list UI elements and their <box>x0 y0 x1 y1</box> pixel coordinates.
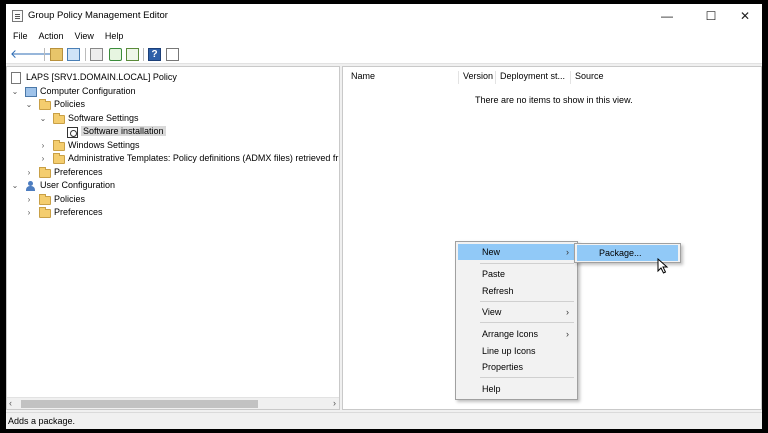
chevron-right-icon: › <box>566 329 569 339</box>
menu-separator <box>480 263 574 264</box>
menu-item-label: View <box>482 307 502 317</box>
scroll-right-icon[interactable]: › <box>333 398 336 408</box>
tree-item-label: Preferences <box>54 207 103 217</box>
status-bar: Adds a package. <box>6 412 762 429</box>
menu-item-label: Arrange Icons <box>482 329 539 339</box>
menu-file[interactable]: File <box>9 27 32 45</box>
context-menu: New › Paste Refresh View › Arrange Icons… <box>455 241 578 400</box>
context-menu-arrange-icons[interactable]: Arrange Icons › <box>458 326 575 342</box>
menu-separator <box>480 322 574 323</box>
context-menu-paste[interactable]: Paste <box>458 266 575 282</box>
app-window: Group Policy Management Editor — ☐ ✕ Fil… <box>6 4 762 429</box>
tree-item-label: LAPS [SRV1.DOMAIN.LOCAL] Policy <box>26 72 177 82</box>
folder-icon <box>39 207 51 218</box>
back-icon[interactable]: 🡐 <box>10 48 42 61</box>
chevron-right-icon[interactable]: › <box>25 169 33 177</box>
export-list-icon[interactable] <box>90 48 103 61</box>
menu-separator <box>480 377 574 378</box>
tree-item-label: Computer Configuration <box>40 86 136 96</box>
menu-item-label: Help <box>482 384 501 394</box>
menu-bar: File Action View Help <box>6 27 762 45</box>
folder-icon <box>39 194 51 205</box>
menu-item-label: Properties <box>482 362 524 372</box>
tree-item-label: Windows Settings <box>68 140 140 150</box>
show-hide-tree-icon[interactable] <box>67 48 80 61</box>
tree-item-label: Administrative Templates: Policy definit… <box>68 153 339 163</box>
menu-help[interactable]: Help <box>101 27 128 45</box>
forward-icon[interactable]: 🡒 <box>26 48 58 61</box>
folder-icon <box>39 99 51 110</box>
help-icon[interactable]: ? <box>148 48 161 61</box>
menu-item-label: New <box>482 247 501 257</box>
status-text: Adds a package. <box>8 416 76 426</box>
menu-view[interactable]: View <box>71 27 98 45</box>
chevron-down-icon[interactable]: ⌄ <box>39 115 47 123</box>
mouse-cursor-icon <box>657 258 669 274</box>
context-menu-help[interactable]: Help <box>458 381 575 397</box>
tree-item-label: Preferences <box>54 167 103 177</box>
column-header-deployment-state[interactable]: Deployment st... <box>496 71 571 84</box>
policy-document-icon <box>11 72 21 84</box>
context-menu-new[interactable]: New › <box>458 244 575 260</box>
maximize-button[interactable]: ☐ <box>694 4 728 27</box>
chevron-down-icon[interactable]: ⌄ <box>11 88 19 96</box>
policy-editor-icon <box>12 10 23 22</box>
tree-item-label: Policies <box>54 194 86 204</box>
up-folder-icon[interactable] <box>50 48 63 61</box>
chevron-right-icon[interactable]: › <box>39 155 47 163</box>
console-tree[interactable]: LAPS [SRV1.DOMAIN.LOCAL] Policy ⌄ Comput… <box>6 66 340 410</box>
menu-separator <box>480 301 574 302</box>
folder-icon <box>53 140 65 151</box>
scrollbar-thumb[interactable] <box>21 400 258 408</box>
properties-icon[interactable] <box>126 48 139 61</box>
context-menu-properties[interactable]: Properties <box>458 359 575 375</box>
empty-list-message: There are no items to show in this view. <box>475 95 633 105</box>
title-bar[interactable]: Group Policy Management Editor — ☐ ✕ <box>6 4 762 27</box>
toolbar-separator <box>44 48 45 61</box>
context-menu-refresh[interactable]: Refresh <box>458 283 575 299</box>
chevron-right-icon: › <box>566 307 569 317</box>
column-header-source[interactable]: Source <box>571 71 691 84</box>
context-menu-line-up-icons[interactable]: Line up Icons <box>458 343 575 359</box>
chevron-right-icon: › <box>566 247 569 257</box>
view-icon[interactable] <box>166 48 179 61</box>
computer-icon <box>25 87 37 97</box>
user-icon <box>25 181 36 192</box>
column-header-version[interactable]: Version <box>459 71 496 84</box>
context-menu-view[interactable]: View › <box>458 304 575 320</box>
toolbar: 🡐 🡒 ? <box>6 45 762 64</box>
menu-item-label: Line up Icons <box>482 346 536 356</box>
tree-item-label: Policies <box>54 99 86 109</box>
folder-icon <box>53 153 65 164</box>
menu-item-label: Refresh <box>482 286 514 296</box>
software-package-icon <box>67 127 78 138</box>
toolbar-separator <box>85 48 86 61</box>
column-header-name[interactable]: Name <box>347 71 459 84</box>
chevron-right-icon[interactable]: › <box>25 209 33 217</box>
window-title: Group Policy Management Editor <box>28 10 168 21</box>
scroll-left-icon[interactable]: ‹ <box>9 398 12 408</box>
tree-item-label: User Configuration <box>40 180 116 190</box>
chevron-down-icon[interactable]: ⌄ <box>25 101 33 109</box>
tree-item-label: Software installation <box>81 126 166 136</box>
horizontal-scrollbar[interactable]: ‹ › <box>7 397 339 409</box>
close-button[interactable]: ✕ <box>728 4 762 27</box>
menu-action[interactable]: Action <box>35 27 68 45</box>
chevron-right-icon[interactable]: › <box>39 142 47 150</box>
folder-icon <box>39 167 51 178</box>
chevron-right-icon[interactable]: › <box>25 196 33 204</box>
menu-item-label: Paste <box>482 269 506 279</box>
minimize-button[interactable]: — <box>650 4 684 27</box>
refresh-icon[interactable] <box>109 48 122 61</box>
toolbar-separator <box>143 48 144 61</box>
chevron-down-icon[interactable]: ⌄ <box>11 182 19 190</box>
tree-item-label: Software Settings <box>68 113 139 123</box>
folder-icon <box>53 113 65 124</box>
